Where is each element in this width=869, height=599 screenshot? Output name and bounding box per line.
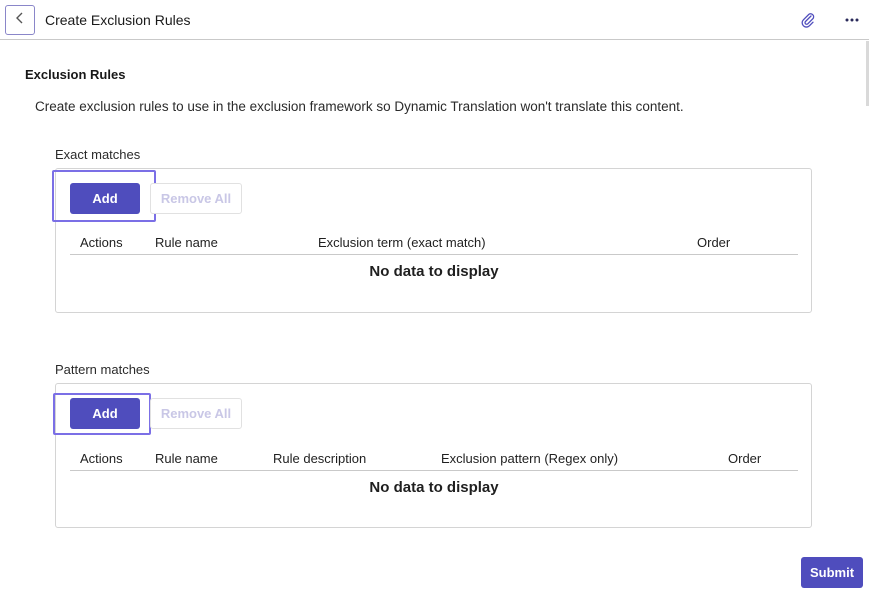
description-text: Create exclusion rules to use in the exc… (35, 99, 684, 114)
paperclip-icon[interactable] (799, 11, 817, 29)
exact-remove-all-button[interactable]: Remove All (150, 183, 242, 214)
back-button[interactable] (5, 5, 35, 35)
column-header-rule-name[interactable]: Rule name (155, 451, 218, 466)
more-horizontal-icon[interactable] (843, 11, 861, 29)
chevron-left-icon (15, 11, 25, 29)
column-header-rule-name[interactable]: Rule name (155, 235, 218, 250)
section-heading: Exclusion Rules (25, 67, 126, 82)
exact-matches-label: Exact matches (55, 147, 141, 162)
submit-button[interactable]: Submit (801, 557, 863, 588)
empty-table-message: No data to display (369, 263, 499, 280)
header-bar: Create Exclusion Rules (0, 0, 869, 40)
column-header-actions[interactable]: Actions (80, 235, 123, 250)
pattern-add-button[interactable]: Add (70, 398, 140, 429)
page-title: Create Exclusion Rules (45, 12, 191, 28)
column-header-actions[interactable]: Actions (80, 451, 123, 466)
column-header-order[interactable]: Order (697, 235, 730, 250)
column-header-exclusion-term[interactable]: Exclusion term (exact match) (318, 235, 486, 250)
column-header-exclusion-pattern[interactable]: Exclusion pattern (Regex only) (441, 451, 618, 466)
exact-add-button[interactable]: Add (70, 183, 140, 214)
table-divider (70, 254, 798, 255)
column-header-rule-description[interactable]: Rule description (273, 451, 366, 466)
pattern-matches-label: Pattern matches (55, 362, 150, 377)
pattern-remove-all-button[interactable]: Remove All (150, 398, 242, 429)
table-divider (70, 470, 798, 471)
empty-table-message: No data to display (369, 479, 499, 496)
column-header-order[interactable]: Order (728, 451, 761, 466)
